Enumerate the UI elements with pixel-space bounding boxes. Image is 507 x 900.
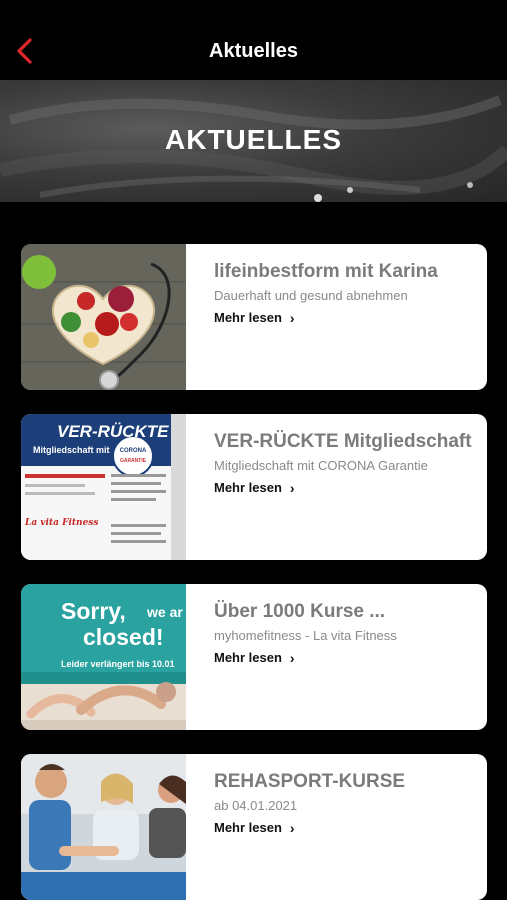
read-more-link[interactable]: Mehr lesen ›: [214, 479, 295, 497]
healthy-food-heart-image: [21, 244, 186, 390]
hero-title: AKTUELLES: [165, 124, 342, 155]
read-more-link[interactable]: Mehr lesen ›: [214, 819, 295, 837]
card-subtitle: Mitgliedschaft mit CORONA Garantie: [214, 458, 428, 473]
news-card[interactable]: VER-RÜCKTE Mitgliedschaft mit CORONA GAR…: [21, 414, 487, 560]
news-card[interactable]: REHASPORT-KURSE ab 04.01.2021 Mehr lesen…: [21, 754, 487, 900]
card-subtitle: ab 04.01.2021: [214, 798, 298, 813]
chevron-right-icon: ›: [289, 310, 295, 326]
card-subtitle: Dauerhaft und gesund abnehmen: [214, 288, 408, 303]
closed-line-1: Sorry,: [61, 598, 126, 624]
chevron-right-icon: ›: [289, 820, 295, 836]
read-more-link[interactable]: Mehr lesen ›: [214, 649, 295, 667]
news-card[interactable]: lifeinbestform mit Karina Dauerhaft und …: [21, 244, 487, 390]
rehasport-group-image: [21, 754, 186, 900]
flyer-logo: La vita Fitness: [25, 518, 99, 528]
page-title: Aktuelles: [209, 40, 298, 62]
chevron-right-icon: ›: [289, 650, 295, 666]
flyer-badge: CORONA: [119, 448, 147, 454]
read-more-link[interactable]: Mehr lesen ›: [214, 309, 295, 327]
read-more-label: Mehr lesen: [214, 650, 282, 665]
chevron-right-icon: ›: [289, 480, 295, 496]
hero-banner: AKTUELLES: [0, 80, 507, 202]
closed-line-1b: we ar: [147, 604, 183, 620]
top-bar: Aktuelles: [0, 0, 507, 80]
flyer-line: Mitgliedschaft mit: [33, 445, 110, 455]
closed-line-3: Leider verlängert bis 10.01: [61, 659, 175, 669]
news-card[interactable]: Sorry, we ar closed! Leider verlängert b…: [21, 584, 487, 730]
flyer-badge-2: GARANTIE: [119, 458, 147, 464]
flyer-headline: VER-RÜCKTE: [57, 422, 169, 441]
read-more-label: Mehr lesen: [214, 820, 282, 835]
card-title: Über 1000 Kurse ...: [214, 601, 386, 622]
card-title: lifeinbestform mit Karina: [214, 261, 438, 282]
membership-flyer-image: VER-RÜCKTE Mitgliedschaft mit CORONA GAR…: [21, 414, 186, 560]
sorry-closed-image: Sorry, we ar closed! Leider verlängert b…: [21, 584, 186, 730]
card-subtitle: myhomefitness - La vita Fitness: [214, 628, 397, 643]
read-more-label: Mehr lesen: [214, 310, 282, 325]
read-more-label: Mehr lesen: [214, 480, 282, 495]
card-title: VER-RÜCKTE Mitgliedschaft: [214, 431, 472, 452]
card-title: REHASPORT-KURSE: [214, 771, 406, 792]
closed-line-2: closed!: [83, 624, 164, 650]
